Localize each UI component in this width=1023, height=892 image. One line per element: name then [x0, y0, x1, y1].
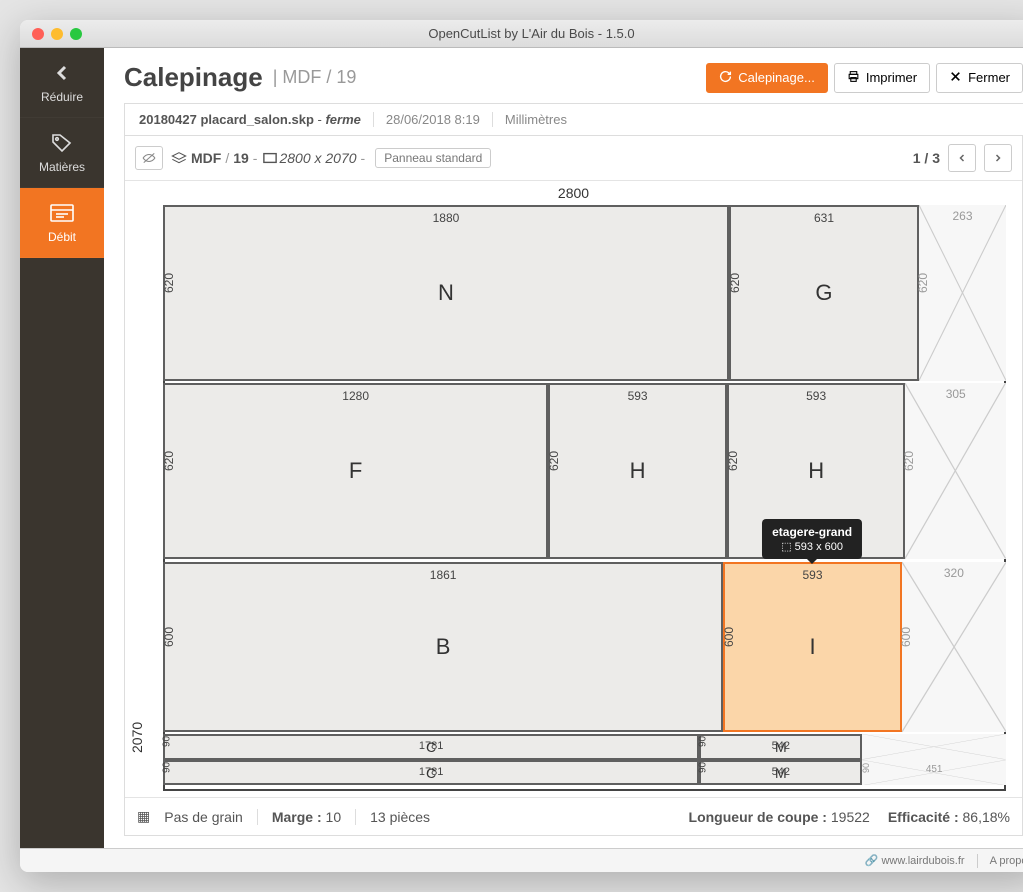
cut-length-label: Longueur de coupe : [689, 809, 827, 825]
refresh-icon [719, 70, 732, 86]
piece-tooltip: etagere-grand ⬚ 593 x 600 [762, 519, 862, 559]
sidebar: Réduire Matières Débit [20, 48, 104, 848]
piece-m-1[interactable]: 542 90 M [699, 734, 862, 759]
titlebar: OpenCutList by L'Air du Bois - 1.5.0 [20, 20, 1023, 48]
sidebar-item-materials[interactable]: Matières [20, 118, 104, 188]
page-header: Calepinage | MDF / 19 Calepinage... Impr… [104, 48, 1023, 103]
margin-value: 10 [326, 809, 342, 825]
piece-m-2[interactable]: 542 90 M [699, 760, 862, 785]
pieces-count: 13 pièces [355, 809, 430, 825]
tooltip-dims: 593 x 600 [795, 541, 843, 553]
piece-b[interactable]: 1861 600 B [163, 562, 723, 732]
waste-3: 320 600 [902, 562, 1006, 732]
about-link[interactable]: A propos [990, 855, 1023, 867]
maximize-window-button[interactable] [70, 28, 82, 40]
margin-label: Marge : [272, 809, 322, 825]
website-link[interactable]: 🔗 www.lairdubois.fr [865, 854, 965, 867]
pager-next[interactable] [984, 144, 1012, 172]
material-name: MDF [191, 150, 221, 166]
file-unit: Millimètres [492, 112, 567, 127]
pager-prev[interactable] [948, 144, 976, 172]
window-title: OpenCutList by L'Air du Bois - 1.5.0 [20, 26, 1023, 41]
piece-n[interactable]: 1880 620 N [163, 205, 729, 381]
visibility-toggle[interactable] [135, 146, 163, 170]
grain-icon: ▦ [137, 808, 150, 825]
axis-height-label: 2070 [129, 181, 145, 753]
calepinage-button-label: Calepinage... [738, 70, 815, 85]
app-window: OpenCutList by L'Air du Bois - 1.5.0 Réd… [20, 20, 1023, 872]
panel-header: MDF / 19 - 2800 x 2070 - Panneau standar… [125, 136, 1022, 181]
piece-i[interactable]: 593 600 I [723, 562, 902, 732]
pager-count: 1 / 3 [913, 150, 940, 166]
piece-c-2[interactable]: 1781 90 C [163, 760, 699, 785]
tag-icon [50, 132, 74, 154]
waste-4: 451 90 [862, 760, 1006, 785]
cutting-canvas: 2800 2070 1880 620 N 631 620 [125, 181, 1022, 797]
chevron-left-icon [50, 62, 74, 84]
sheet-icon [263, 152, 277, 164]
close-icon [949, 70, 962, 86]
print-icon [847, 70, 860, 86]
close-window-button[interactable] [32, 28, 44, 40]
page-subtitle: | MDF / 19 [273, 67, 357, 88]
traffic-lights [20, 28, 82, 40]
sidebar-item-reduce[interactable]: Réduire [20, 48, 104, 118]
main-panel: MDF / 19 - 2800 x 2070 - Panneau standar… [124, 135, 1023, 836]
close-button[interactable]: Fermer [936, 63, 1023, 93]
standard-panel-badge: Panneau standard [375, 148, 491, 168]
close-button-label: Fermer [968, 70, 1010, 85]
print-button[interactable]: Imprimer [834, 63, 930, 93]
stack-icon [171, 151, 187, 165]
waste-4a [862, 734, 1006, 759]
piece-g[interactable]: 631 620 G [729, 205, 919, 381]
page-title: Calepinage [124, 62, 263, 93]
sidebar-label-debit: Débit [48, 230, 76, 244]
piece-c-1[interactable]: 1781 90 C [163, 734, 699, 759]
sidebar-label-reduce: Réduire [41, 90, 83, 104]
minimize-window-button[interactable] [51, 28, 63, 40]
waste-2: 305 620 [905, 383, 1006, 559]
thickness-value: 19 [233, 150, 249, 166]
file-tab: 20180427 placard_salon.skp - ferme 28/06… [124, 103, 1023, 135]
sheet-dimensions: 2800 x 2070 [279, 150, 356, 166]
file-name: 20180427 placard_salon.skp [139, 112, 314, 127]
cutlist-icon [50, 202, 74, 224]
sidebar-item-debit[interactable]: Débit [20, 188, 104, 258]
efficiency-label: Efficacité : [888, 809, 959, 825]
sidebar-label-materials: Matières [39, 160, 85, 174]
footer-stats: ▦ Pas de grain Marge : 10 13 pièces Long… [125, 797, 1022, 835]
piece-f[interactable]: 1280 620 F [163, 383, 548, 559]
piece-h-1[interactable]: 593 620 H [548, 383, 727, 559]
file-state: ferme [325, 112, 360, 127]
cut-length-value: 19522 [831, 809, 870, 825]
tooltip-title: etagere-grand [772, 525, 852, 539]
efficiency-value: 86,18% [963, 809, 1010, 825]
waste-1: 263 620 [919, 205, 1006, 381]
axis-width-label: 2800 [125, 185, 1022, 201]
calepinage-button[interactable]: Calepinage... [706, 63, 828, 93]
grain-label: Pas de grain [164, 809, 243, 825]
print-button-label: Imprimer [866, 70, 917, 85]
file-date: 28/06/2018 8:19 [373, 112, 480, 127]
